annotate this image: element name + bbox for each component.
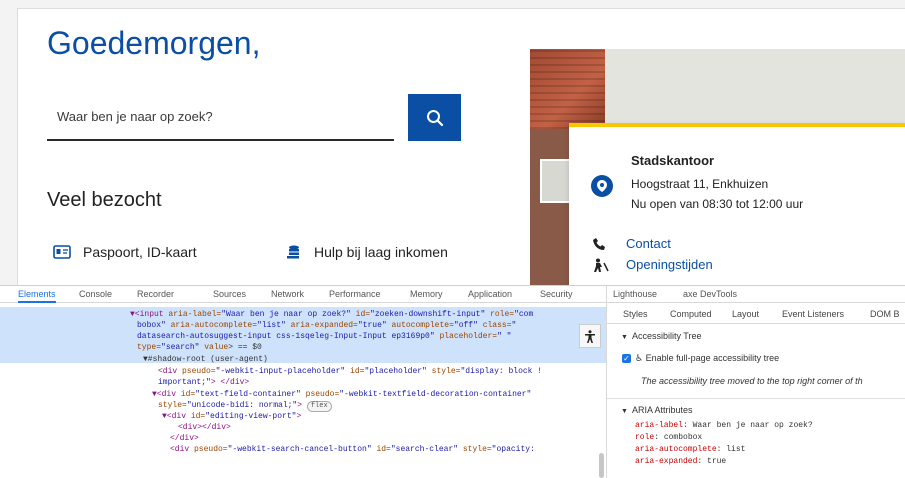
- tab-layout[interactable]: Layout: [732, 309, 759, 319]
- enable-tree-label: ♿︎ Enable full-page accessibility tree: [635, 353, 780, 363]
- tab-network[interactable]: Network: [271, 289, 304, 299]
- coins-icon: [286, 244, 302, 260]
- opening-hours-icon: [593, 258, 609, 277]
- dom-line[interactable]: ▼#shadow-root (user-agent): [143, 354, 268, 365]
- phone-icon: [593, 237, 607, 256]
- greeting-heading: Goedemorgen,: [47, 25, 261, 61]
- tab-computed[interactable]: Computed: [670, 309, 712, 319]
- search-box: [47, 95, 394, 141]
- location-pin-icon: [591, 175, 613, 197]
- location-title: Stadskantoor: [631, 153, 715, 168]
- tab-styles[interactable]: Styles: [623, 309, 648, 319]
- aria-attribute-row: aria-label: Waar ben je naar op zoek?: [635, 421, 813, 430]
- photo-roof: [530, 49, 605, 129]
- location-card: Stadskantoor Hoogstraat 11, Enkhuizen Nu…: [569, 123, 905, 285]
- dom-line[interactable]: ▼<div id="text-field-container" pseudo="…: [152, 389, 531, 400]
- location-address: Hoogstraat 11, Enkhuizen: [631, 177, 769, 191]
- tab-dom-breakpoints[interactable]: DOM B: [870, 309, 900, 319]
- browser-frame-top: [0, 0, 905, 9]
- aria-attribute-row: aria-expanded: true: [635, 457, 727, 466]
- tab-elements[interactable]: Elements: [18, 289, 56, 303]
- dom-line[interactable]: <div></div>: [178, 422, 231, 433]
- search-input[interactable]: [47, 95, 377, 137]
- opening-hours-link[interactable]: Openingstijden: [626, 257, 713, 272]
- devtools-sidebar: Styles Computed Layout Event Listeners D…: [606, 303, 905, 478]
- search-icon: [426, 109, 443, 126]
- id-card-icon: [53, 245, 71, 259]
- website-viewport: Goedemorgen, Veel bezocht Paspoort, ID-k…: [18, 9, 905, 285]
- popular-heading: Veel bezocht: [47, 189, 162, 211]
- dom-line[interactable]: important;"> </div>: [158, 377, 249, 388]
- aria-attribute-row: aria-autocomplete: list: [635, 445, 746, 454]
- quick-link-income-help[interactable]: Hulp bij laag inkomen: [286, 244, 448, 260]
- devtools-panel: Elements Console Recorder Sources Networ…: [0, 285, 905, 478]
- devtools-tabbar-right: Lighthouse axe DevTools: [606, 286, 905, 303]
- sidebar-tabbar: Styles Computed Layout Event Listeners D…: [607, 303, 905, 324]
- dom-line[interactable]: <div pseudo="-webkit-input-placeholder" …: [158, 366, 542, 377]
- quick-link-label: Hulp bij laag inkomen: [314, 244, 448, 260]
- dom-line[interactable]: ▼<div id="editing-view-port">: [162, 411, 301, 422]
- dom-line[interactable]: </div>: [170, 433, 199, 444]
- tab-performance[interactable]: Performance: [329, 289, 381, 299]
- tab-security[interactable]: Security: [540, 289, 573, 299]
- tab-lighthouse[interactable]: Lighthouse: [613, 289, 657, 299]
- enable-tree-checkbox[interactable]: ✓: [622, 354, 631, 363]
- tab-event-listeners[interactable]: Event Listeners: [782, 309, 844, 319]
- tab-memory[interactable]: Memory: [410, 289, 443, 299]
- dom-line[interactable]: bobox" aria-autocomplete="list" aria-exp…: [137, 320, 516, 331]
- elements-scrollbar[interactable]: [599, 453, 604, 478]
- tab-axe-devtools[interactable]: axe DevTools: [683, 289, 737, 299]
- tab-console[interactable]: Console: [79, 289, 112, 299]
- dom-line[interactable]: type="search" value> == $0: [137, 342, 262, 353]
- location-hours: Nu open van 08:30 tot 12:00 uur: [631, 197, 804, 211]
- devtools-tabbar: Elements Console Recorder Sources Networ…: [0, 286, 606, 303]
- aria-attributes-section[interactable]: ▼ ARIA Attributes: [621, 405, 692, 415]
- flex-badge[interactable]: flex: [306, 401, 332, 412]
- accessibility-tree-section[interactable]: ▼ Accessibility Tree: [621, 331, 701, 341]
- aria-attribute-row: role: combobox: [635, 433, 703, 442]
- contact-link[interactable]: Contact: [626, 236, 671, 251]
- dom-line[interactable]: <div pseudo="-webkit-search-cancel-butto…: [170, 444, 535, 455]
- accessibility-icon: ♿︎: [635, 353, 644, 363]
- elements-tree: ▼<input aria-label="Waar ben je naar op …: [0, 303, 606, 478]
- quick-link-label: Paspoort, ID-kaart: [83, 244, 197, 260]
- section-divider: [607, 398, 905, 399]
- search-button[interactable]: [408, 94, 461, 141]
- collapse-triangle-icon: ▼: [621, 408, 628, 415]
- accessibility-person-icon[interactable]: [579, 324, 601, 348]
- tab-sources[interactable]: Sources: [213, 289, 246, 299]
- tab-recorder[interactable]: Recorder: [137, 289, 174, 299]
- dom-line[interactable]: ▼<input aria-label="Waar ben je naar op …: [130, 309, 533, 320]
- tree-moved-note: The accessibility tree moved to the top …: [641, 376, 863, 386]
- tab-application[interactable]: Application: [468, 289, 512, 299]
- quick-link-passport[interactable]: Paspoort, ID-kaart: [53, 244, 197, 260]
- dom-line[interactable]: datasearch-autosuggest-input css-1sqeleg…: [137, 331, 511, 342]
- collapse-triangle-icon: ▼: [621, 334, 628, 341]
